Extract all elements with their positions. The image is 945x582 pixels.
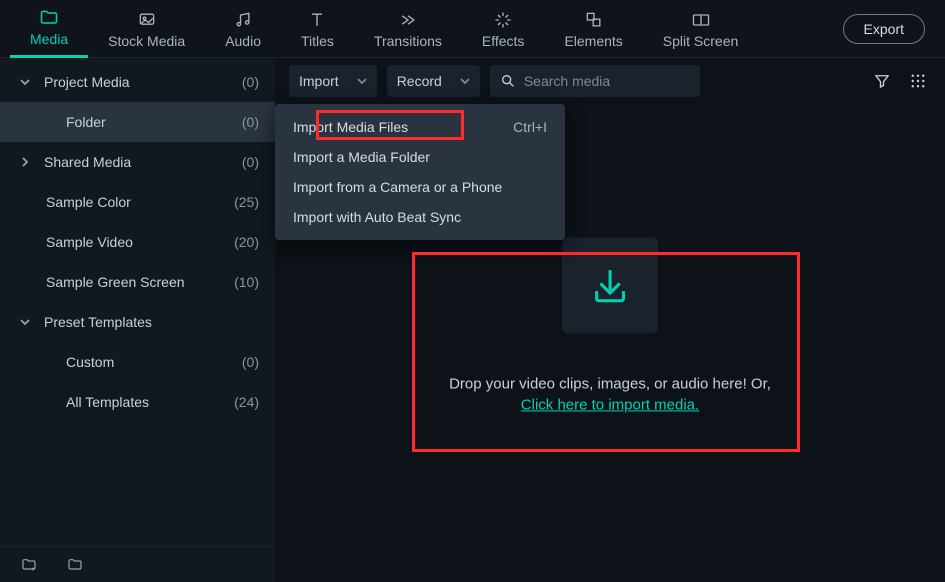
sidebar-item-preset-templates[interactable]: Preset Templates [0, 302, 275, 342]
tab-label: Split Screen [663, 33, 738, 49]
split-icon [690, 9, 712, 31]
sidebar-item-count: (0) [242, 354, 259, 370]
tab-media[interactable]: Media [10, 0, 88, 58]
tab-audio[interactable]: Audio [205, 0, 281, 58]
sidebar-item-sample-green[interactable]: Sample Green Screen (10) [0, 262, 275, 302]
download-icon [562, 237, 658, 333]
content-toolbar: Import Record [275, 58, 945, 104]
sidebar-item-label: Preset Templates [44, 314, 259, 330]
import-dropdown[interactable]: Import [289, 65, 377, 97]
sidebar-item-count: (20) [234, 234, 259, 250]
menu-item-label: Import Media Files [293, 119, 501, 135]
sidebar-item-label: Custom [66, 354, 242, 370]
chevron-down-icon [460, 76, 470, 86]
menu-item-label: Import a Media Folder [293, 149, 547, 165]
menu-import-media-folder[interactable]: Import a Media Folder [275, 142, 565, 172]
folder-icon [38, 7, 60, 29]
sidebar-item-sample-video[interactable]: Sample Video (20) [0, 222, 275, 262]
sidebar-item-label: Shared Media [44, 154, 242, 170]
record-dropdown[interactable]: Record [387, 65, 480, 97]
sidebar-bottom-bar [0, 546, 275, 582]
sidebar-item-label: Project Media [44, 74, 242, 90]
tab-label: Stock Media [108, 33, 185, 49]
tab-label: Titles [301, 33, 334, 49]
transition-icon [397, 9, 419, 31]
tab-label: Effects [482, 33, 525, 49]
main-area: Project Media (0) Folder (0) Shared Medi… [0, 58, 945, 582]
sidebar-item-all-templates[interactable]: All Templates (24) [0, 382, 275, 422]
menu-item-label: Import from a Camera or a Phone [293, 179, 547, 195]
dropdown-label: Record [397, 73, 442, 89]
tab-effects[interactable]: Effects [462, 0, 545, 58]
sidebar-item-shared-media[interactable]: Shared Media (0) [0, 142, 275, 182]
text-icon [306, 9, 328, 31]
sidebar-item-custom[interactable]: Custom (0) [0, 342, 275, 382]
menu-import-auto-beat[interactable]: Import with Auto Beat Sync [275, 202, 565, 232]
sidebar-item-folder[interactable]: Folder (0) [0, 102, 275, 142]
search-input[interactable] [524, 73, 690, 89]
sidebar-item-label: Folder [66, 114, 242, 130]
menu-item-shortcut: Ctrl+I [513, 119, 547, 135]
sidebar-item-count: (10) [234, 274, 259, 290]
sidebar-item-count: (0) [242, 114, 259, 130]
import-link[interactable]: Click here to import media. [521, 396, 699, 413]
sidebar-item-label: Sample Color [46, 194, 234, 210]
content-area: Import Record [275, 58, 945, 582]
tab-label: Transitions [374, 33, 442, 49]
music-icon [232, 9, 254, 31]
grid-view-icon[interactable] [905, 68, 931, 94]
sidebar: Project Media (0) Folder (0) Shared Medi… [0, 58, 275, 582]
top-nav: Media Stock Media Audio Titles Transitio… [0, 0, 945, 58]
shapes-icon [583, 9, 605, 31]
media-dropzone[interactable]: Drop your video clips, images, or audio … [449, 237, 771, 413]
tab-stock-media[interactable]: Stock Media [88, 0, 205, 58]
sidebar-item-sample-color[interactable]: Sample Color (25) [0, 182, 275, 222]
export-button[interactable]: Export [843, 14, 925, 44]
sidebar-item-count: (24) [234, 394, 259, 410]
tab-transitions[interactable]: Transitions [354, 0, 462, 58]
chevron-down-icon [20, 77, 34, 87]
import-menu: Import Media Files Ctrl+I Import a Media… [275, 104, 565, 240]
chevron-down-icon [357, 76, 367, 86]
search-wrapper [490, 65, 700, 97]
sidebar-item-label: All Templates [66, 394, 234, 410]
chevron-down-icon [20, 317, 34, 327]
menu-import-camera[interactable]: Import from a Camera or a Phone [275, 172, 565, 202]
sidebar-item-count: (0) [242, 74, 259, 90]
dropzone-text: Drop your video clips, images, or audio … [449, 375, 771, 392]
tab-label: Audio [225, 33, 261, 49]
folder-icon[interactable] [66, 557, 84, 573]
menu-item-label: Import with Auto Beat Sync [293, 209, 547, 225]
sidebar-item-count: (25) [234, 194, 259, 210]
new-folder-icon[interactable] [20, 557, 38, 573]
dropdown-label: Import [299, 73, 339, 89]
sparkle-icon [492, 9, 514, 31]
media-tree: Project Media (0) Folder (0) Shared Medi… [0, 58, 275, 546]
tab-label: Media [30, 31, 68, 47]
sidebar-item-count: (0) [242, 154, 259, 170]
tab-label: Elements [564, 33, 622, 49]
chevron-right-icon [20, 157, 34, 167]
sidebar-item-label: Sample Green Screen [46, 274, 234, 290]
search-icon [500, 73, 516, 89]
menu-import-media-files[interactable]: Import Media Files Ctrl+I [275, 112, 565, 142]
filter-icon[interactable] [869, 68, 895, 94]
stock-icon [136, 9, 158, 31]
tab-split-screen[interactable]: Split Screen [643, 0, 758, 58]
sidebar-item-project-media[interactable]: Project Media (0) [0, 62, 275, 102]
tab-elements[interactable]: Elements [544, 0, 642, 58]
sidebar-item-label: Sample Video [46, 234, 234, 250]
tab-titles[interactable]: Titles [281, 0, 354, 58]
